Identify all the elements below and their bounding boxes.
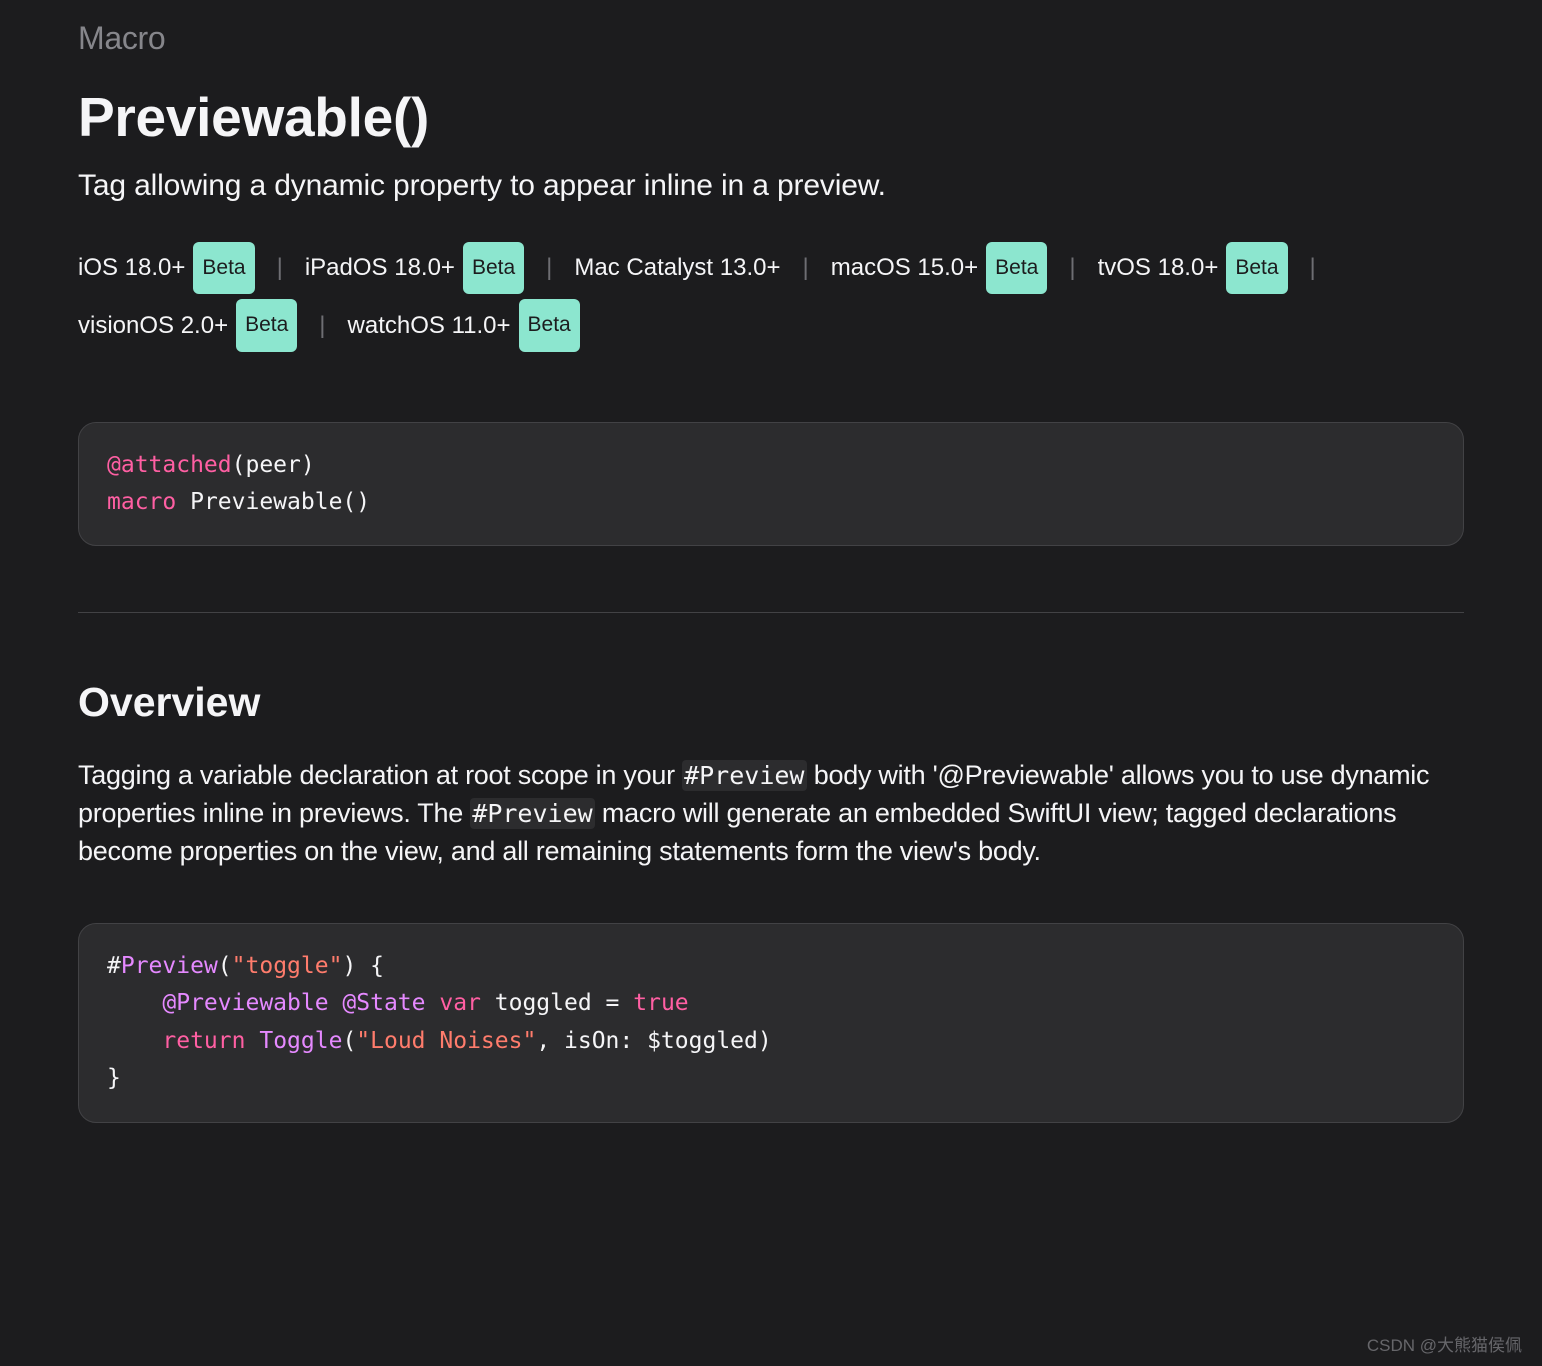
- code-preview-call: Preview: [121, 953, 218, 979]
- code-hash: #: [107, 953, 121, 979]
- platform-separator: |: [546, 239, 552, 297]
- code-return-kw: return: [162, 1028, 245, 1054]
- watermark: CSDN @大熊猫侯佩: [1367, 1331, 1522, 1356]
- example-code-block: #Preview("toggle") { @Previewable @State…: [78, 923, 1464, 1123]
- declaration-code-block: @attached(peer) macro Previewable(): [78, 422, 1464, 546]
- platform-separator: |: [803, 239, 809, 297]
- platform-separator: |: [319, 297, 325, 355]
- platform-item: watchOS 11.0+Beta: [348, 297, 580, 355]
- code-space-3: [245, 1028, 259, 1054]
- page-summary: Tag allowing a dynamic property to appea…: [78, 169, 1464, 203]
- platform-item: tvOS 18.0+Beta: [1098, 239, 1288, 297]
- overview-heading: Overview: [78, 679, 1464, 726]
- overview-paragraph: Tagging a variable declaration at root s…: [78, 756, 1464, 871]
- beta-badge: Beta: [1226, 242, 1287, 294]
- code-indent-2: [107, 1028, 162, 1054]
- inline-code-preview-1: #Preview: [682, 760, 806, 791]
- code-space-2: [426, 990, 440, 1016]
- code-indent-1: [107, 990, 162, 1016]
- page-title: Previewable(): [78, 85, 1464, 149]
- beta-badge: Beta: [986, 242, 1047, 294]
- code-paren-open-2: (: [342, 1028, 356, 1054]
- code-true-kw: true: [633, 990, 688, 1016]
- platform-separator: |: [277, 239, 283, 297]
- category-label: Macro: [78, 20, 1464, 57]
- code-var-kw: var: [439, 990, 481, 1016]
- platform-item: visionOS 2.0+Beta: [78, 297, 297, 355]
- inline-code-preview-2: #Preview: [470, 798, 594, 829]
- platform-item: Mac Catalyst 13.0+: [574, 239, 780, 297]
- code-brace-close: }: [107, 1065, 121, 1091]
- attached-args: (peer): [232, 452, 315, 478]
- platform-name: macOS 15.0+: [831, 239, 978, 297]
- platform-availability: iOS 18.0+Beta|iPadOS 18.0+Beta|Mac Catal…: [78, 239, 1464, 354]
- attached-attribute: @attached: [107, 452, 232, 478]
- code-previewable-attr: @Previewable: [162, 990, 328, 1016]
- platform-name: visionOS 2.0+: [78, 297, 228, 355]
- platform-name: Mac Catalyst 13.0+: [574, 239, 780, 297]
- platform-item: macOS 15.0+Beta: [831, 239, 1048, 297]
- code-toggle-type: Toggle: [259, 1028, 342, 1054]
- platform-name: iOS 18.0+: [78, 239, 185, 297]
- macro-name: Previewable(): [176, 489, 370, 515]
- code-string-loud: "Loud Noises": [356, 1028, 536, 1054]
- platform-item: iPadOS 18.0+Beta: [305, 239, 524, 297]
- platform-item: iOS 18.0+Beta: [78, 239, 255, 297]
- code-paren-open: (: [218, 953, 232, 979]
- code-toggled-eq: toggled =: [481, 990, 633, 1016]
- code-state-attr: @State: [342, 990, 425, 1016]
- platform-name: watchOS 11.0+: [348, 297, 511, 355]
- divider: [78, 612, 1464, 613]
- beta-badge: Beta: [519, 299, 580, 351]
- platform-separator: |: [1310, 239, 1316, 297]
- code-string-toggle: "toggle": [232, 953, 343, 979]
- platform-separator: |: [1069, 239, 1075, 297]
- code-space-1: [329, 990, 343, 1016]
- beta-badge: Beta: [236, 299, 297, 351]
- platform-name: iPadOS 18.0+: [305, 239, 455, 297]
- code-paren-close-brace: ) {: [342, 953, 384, 979]
- beta-badge: Beta: [193, 242, 254, 294]
- platform-name: tvOS 18.0+: [1098, 239, 1219, 297]
- code-ison-rest: , isOn: $toggled): [536, 1028, 771, 1054]
- overview-text-a: Tagging a variable declaration at root s…: [78, 760, 682, 790]
- beta-badge: Beta: [463, 242, 524, 294]
- macro-keyword: macro: [107, 489, 176, 515]
